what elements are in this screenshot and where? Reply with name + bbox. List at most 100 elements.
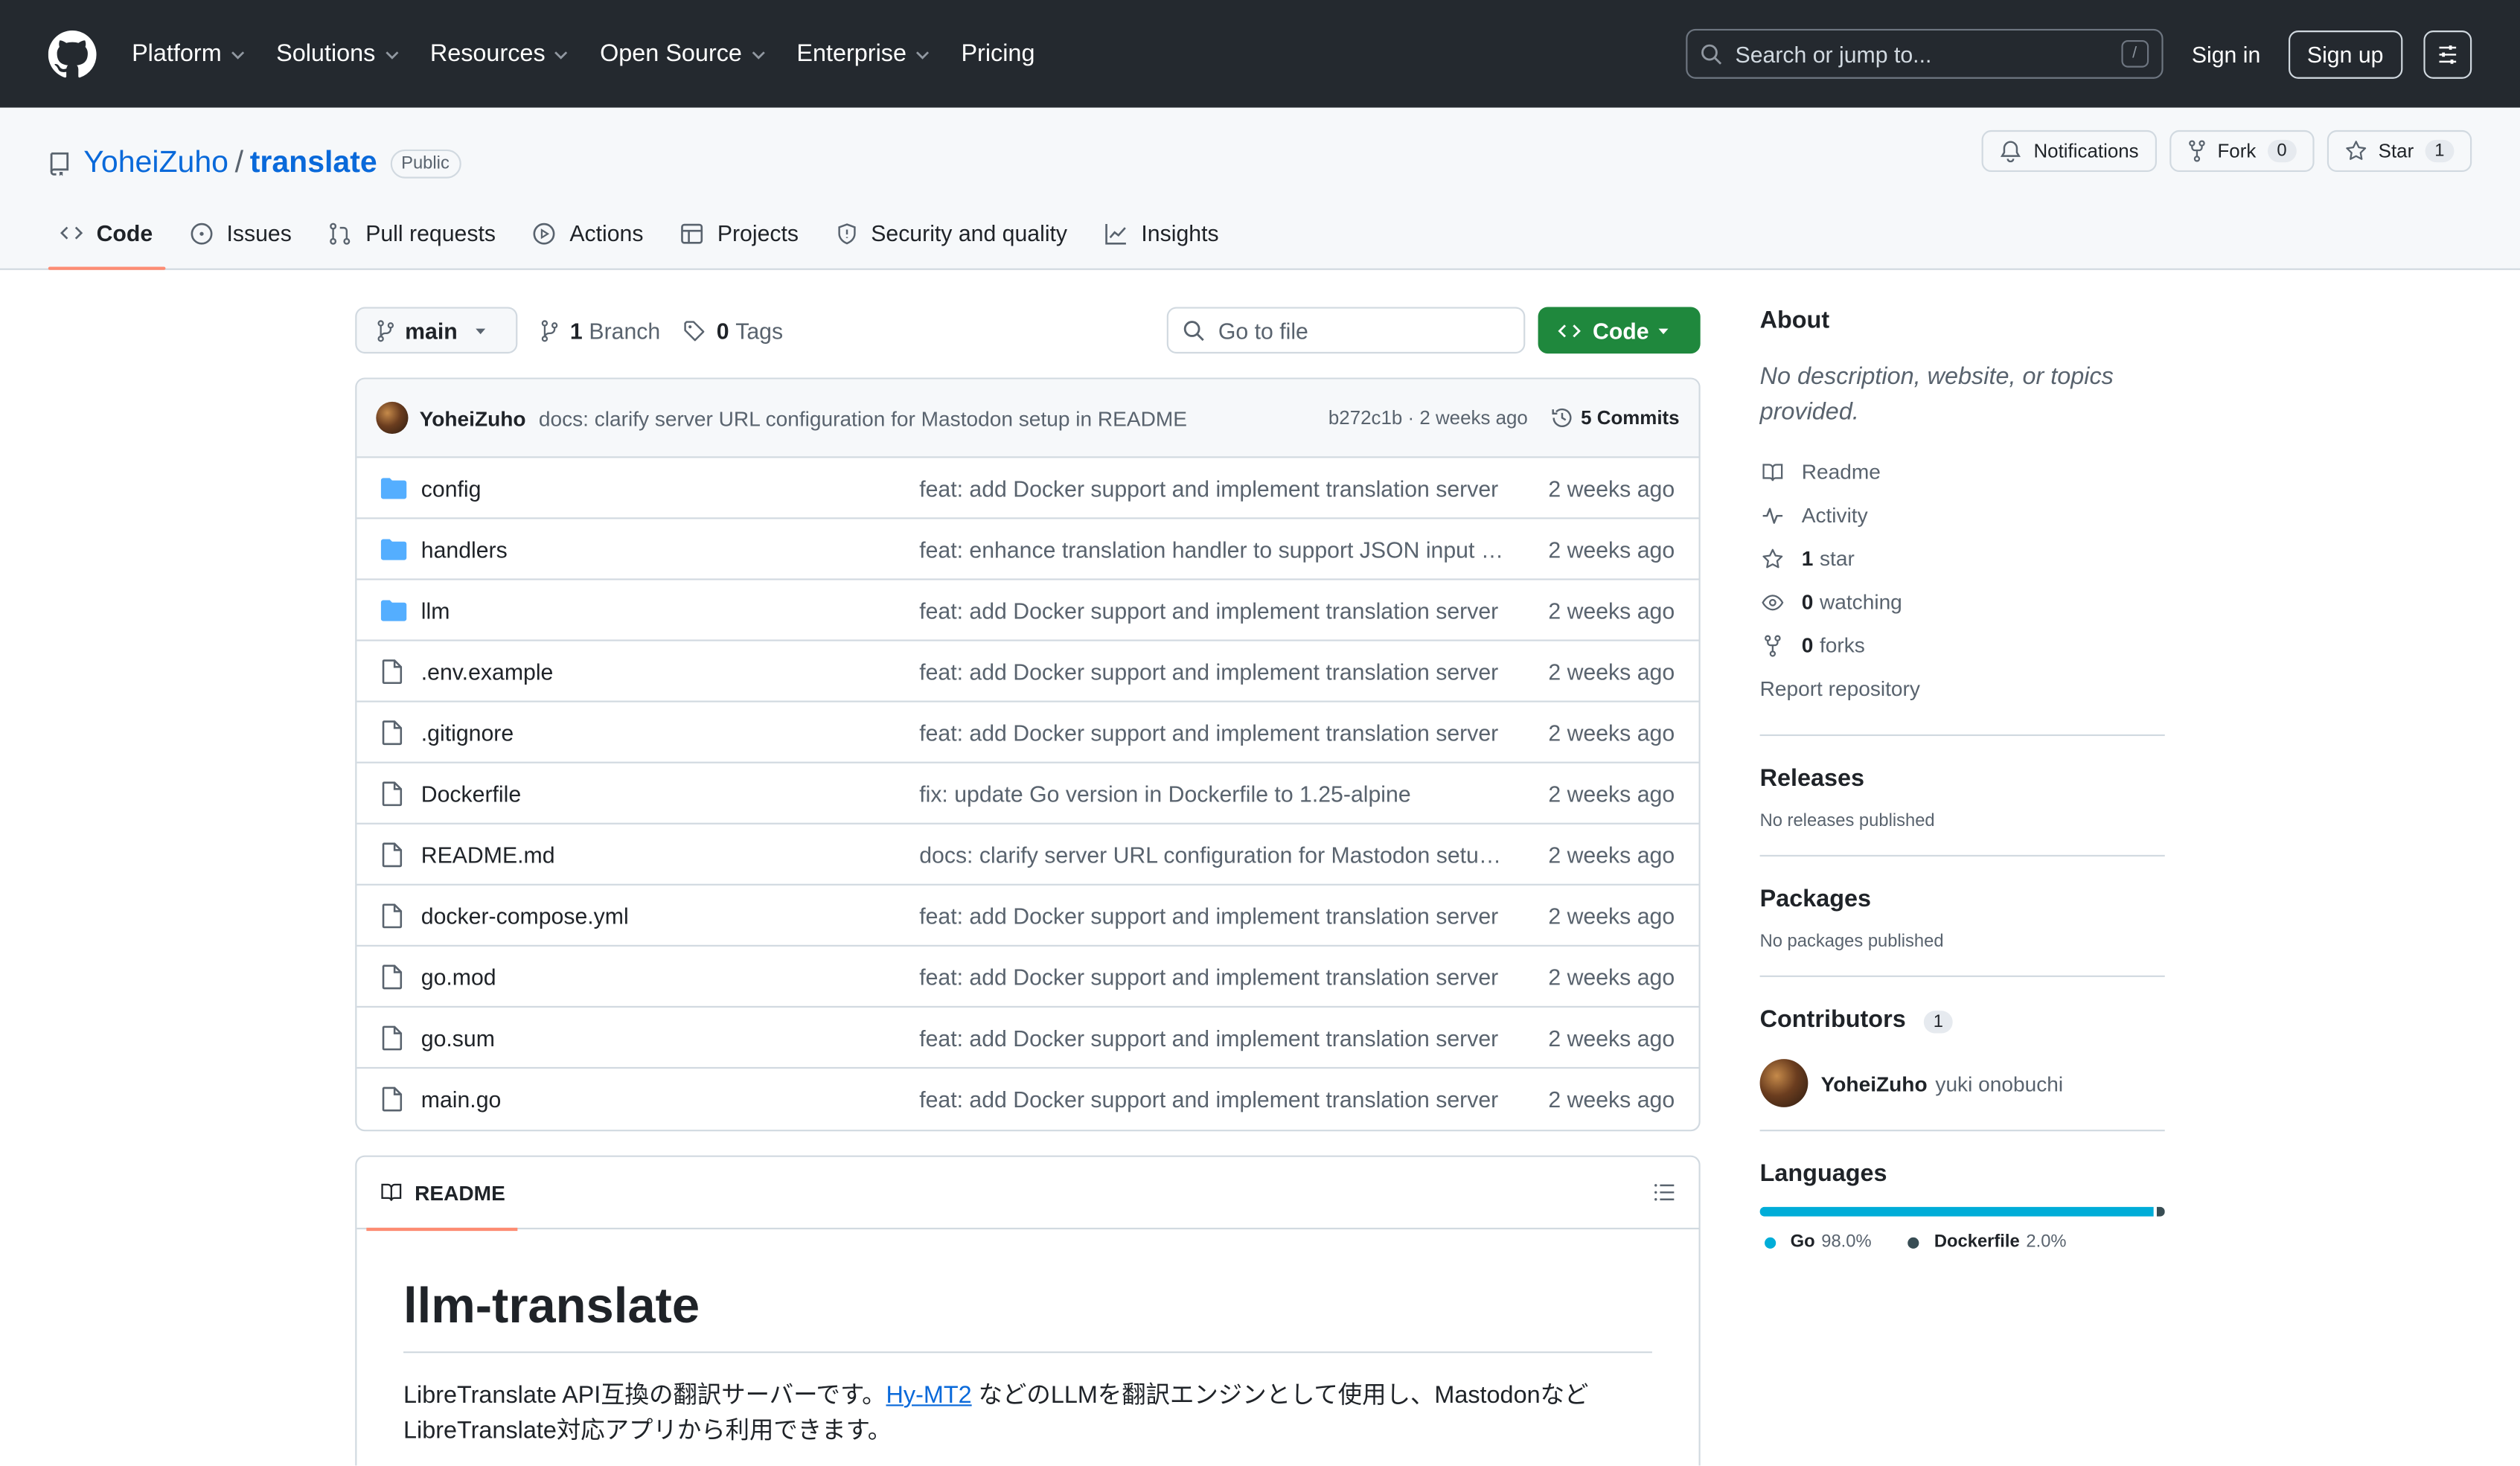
nav-platform[interactable]: Platform [132, 40, 246, 68]
star-button[interactable]: Star 1 [2326, 129, 2472, 173]
tab-security[interactable]: Security and quality [825, 208, 1081, 269]
readme-panel: README llm-translate LibreTranslate API互… [355, 1155, 1701, 1466]
branches-link[interactable]: 1 Branch [540, 317, 660, 343]
contributor-item[interactable]: YoheiZuho yuki onobuchi [1759, 1059, 2165, 1107]
packages-heading[interactable]: Packages [1760, 886, 2165, 913]
avatar[interactable] [376, 401, 409, 435]
star-icon [2346, 141, 2366, 160]
table-row[interactable]: .gitignore feat: add Docker support and i… [356, 702, 1699, 764]
file-commit-message-link[interactable]: feat: add Docker support and implement t… [919, 1025, 1506, 1051]
file-commit-message-link[interactable]: feat: add Docker support and implement t… [919, 475, 1506, 501]
file-name-link[interactable]: README.md [421, 841, 919, 867]
file-commit-message-link[interactable]: feat: add Docker support and implement t… [919, 719, 1506, 745]
readme-link[interactable]: Readme [1760, 450, 2165, 493]
outline-button[interactable] [1652, 1181, 1676, 1203]
repo-owner-link[interactable]: YoheiZuho [83, 147, 228, 182]
nav-pricing[interactable]: Pricing [961, 40, 1034, 68]
latest-commit-bar: YoheiZuho docs: clarify server URL confi… [356, 379, 1699, 458]
search-input[interactable]: Search or jump to... / [1685, 28, 2163, 79]
languages-bar [1759, 1206, 2165, 1217]
table-row[interactable]: go.mod feat: add Docker support and imple… [356, 947, 1699, 1008]
chevron-down-icon [751, 51, 765, 59]
table-row[interactable]: Dockerfile fix: update Go version in Dock… [356, 764, 1699, 825]
forks-link[interactable]: 0 forks [1760, 624, 2165, 667]
sign-up-button[interactable]: Sign up [2287, 29, 2403, 78]
file-commit-message-link[interactable]: fix: update Go version in Dockerfile to … [919, 780, 1506, 806]
file-commit-message-link[interactable]: docs: clarify server URL configuration f… [919, 841, 1506, 867]
notifications-button[interactable]: Notifications [1982, 129, 2157, 173]
file-name-link[interactable]: Dockerfile [421, 780, 919, 806]
file-icon [381, 841, 407, 867]
github-logo-icon[interactable] [48, 29, 97, 78]
branch-selector[interactable]: main [355, 307, 517, 354]
file-commit-message-link[interactable]: feat: add Docker support and implement t… [919, 597, 1506, 623]
nav-solutions[interactable]: Solutions [276, 40, 400, 68]
language-item[interactable]: Go 98.0% [1760, 1232, 1872, 1252]
commit-meta[interactable]: b272c1b · 2 weeks ago [1328, 406, 1528, 429]
readme-tab[interactable]: README [366, 1157, 519, 1231]
search-icon [1183, 320, 1204, 341]
table-row[interactable]: config feat: add Docker support and imple… [356, 458, 1699, 519]
contributors-heading[interactable]: Contributors 1 [1760, 1006, 2165, 1034]
file-name-link[interactable]: docker-compose.yml [421, 903, 919, 929]
file-icon [381, 1086, 407, 1113]
nav-enterprise[interactable]: Enterprise [796, 40, 930, 68]
code-button[interactable]: Code [1538, 307, 1701, 354]
file-name-link[interactable]: .gitignore [421, 719, 919, 745]
activity-link[interactable]: Activity [1760, 493, 2165, 537]
code-icon [1558, 324, 1581, 337]
file-commit-message-link[interactable]: feat: add Docker support and implement t… [919, 658, 1506, 684]
nav-resources[interactable]: Resources [430, 40, 569, 68]
repo-separator: / [234, 146, 244, 180]
table-row[interactable]: main.go feat: add Docker support and impl… [356, 1069, 1698, 1130]
tab-insights[interactable]: Insights [1093, 208, 1232, 269]
file-commit-date: 2 weeks ago [1548, 597, 1675, 623]
table-row[interactable]: llm feat: add Docker support and implemen… [356, 580, 1699, 641]
caret-down-icon [475, 327, 485, 334]
file-name-link[interactable]: go.sum [421, 1025, 919, 1051]
tab-actions[interactable]: Actions [522, 208, 656, 269]
repo-header: YoheiZuho / translate Public Notificatio… [0, 107, 2520, 270]
table-row[interactable]: README.md docs: clarify server URL config… [356, 825, 1699, 886]
file-commit-message-link[interactable]: feat: add Docker support and implement t… [919, 903, 1506, 929]
commits-link[interactable]: 5 Commits [1550, 406, 1680, 429]
commit-author-link[interactable]: YoheiZuho [420, 406, 526, 429]
file-name-link[interactable]: config [421, 475, 919, 501]
sign-in-link[interactable]: Sign in [2192, 41, 2260, 67]
commit-message-link[interactable]: docs: clarify server URL configuration f… [539, 406, 1187, 429]
stars-link[interactable]: 1 star [1760, 537, 2165, 580]
tab-pull-requests[interactable]: Pull requests [317, 208, 508, 269]
file-name-link[interactable]: main.go [421, 1086, 919, 1113]
tags-link[interactable]: 0 Tags [682, 317, 783, 343]
languages-section: Languages Go 98.0% Dockerfile 2.0% [1759, 1130, 2165, 1252]
file-commit-message-link[interactable]: feat: add Docker support and implement t… [919, 1086, 1506, 1113]
file-name-link[interactable]: llm [421, 597, 919, 623]
tab-projects[interactable]: Projects [669, 208, 811, 269]
go-to-file-input[interactable]: Go to file [1166, 307, 1526, 354]
tab-issues[interactable]: Issues [179, 208, 304, 269]
language-item[interactable]: Dockerfile 2.0% [1904, 1232, 2067, 1252]
report-repository-link[interactable]: Report repository [1760, 667, 2165, 710]
fork-button[interactable]: Fork 0 [2169, 129, 2315, 173]
watchers-link[interactable]: 0 watching [1760, 580, 2165, 624]
folder-icon [380, 476, 407, 499]
avatar[interactable] [1759, 1059, 1809, 1107]
hy-mt2-link[interactable]: Hy-MT2 [886, 1382, 971, 1409]
table-row[interactable]: docker-compose.yml feat: add Docker suppo… [356, 886, 1699, 947]
file-name-link[interactable]: go.mod [421, 964, 919, 990]
nav-open-source[interactable]: Open Source [600, 40, 766, 68]
menu-button[interactable] [2423, 29, 2472, 78]
issue-icon [191, 222, 213, 244]
file-name-link[interactable]: .env.example [421, 658, 919, 684]
table-row[interactable]: handlers feat: enhance translation handle… [356, 519, 1699, 580]
file-icon [381, 719, 407, 745]
file-name-link[interactable]: handlers [421, 536, 919, 562]
file-commit-message-link[interactable]: feat: add Docker support and implement t… [919, 964, 1506, 990]
file-commit-message-link[interactable]: feat: enhance translation handler to sup… [919, 536, 1506, 562]
language-bar-segment [2157, 1206, 2165, 1217]
table-row[interactable]: .env.example feat: add Docker support and… [356, 641, 1699, 702]
releases-heading[interactable]: Releases [1760, 765, 2165, 793]
repo-name-link[interactable]: translate [250, 147, 377, 182]
tab-code[interactable]: Code [48, 208, 166, 270]
table-row[interactable]: go.sum feat: add Docker support and imple… [356, 1008, 1699, 1069]
